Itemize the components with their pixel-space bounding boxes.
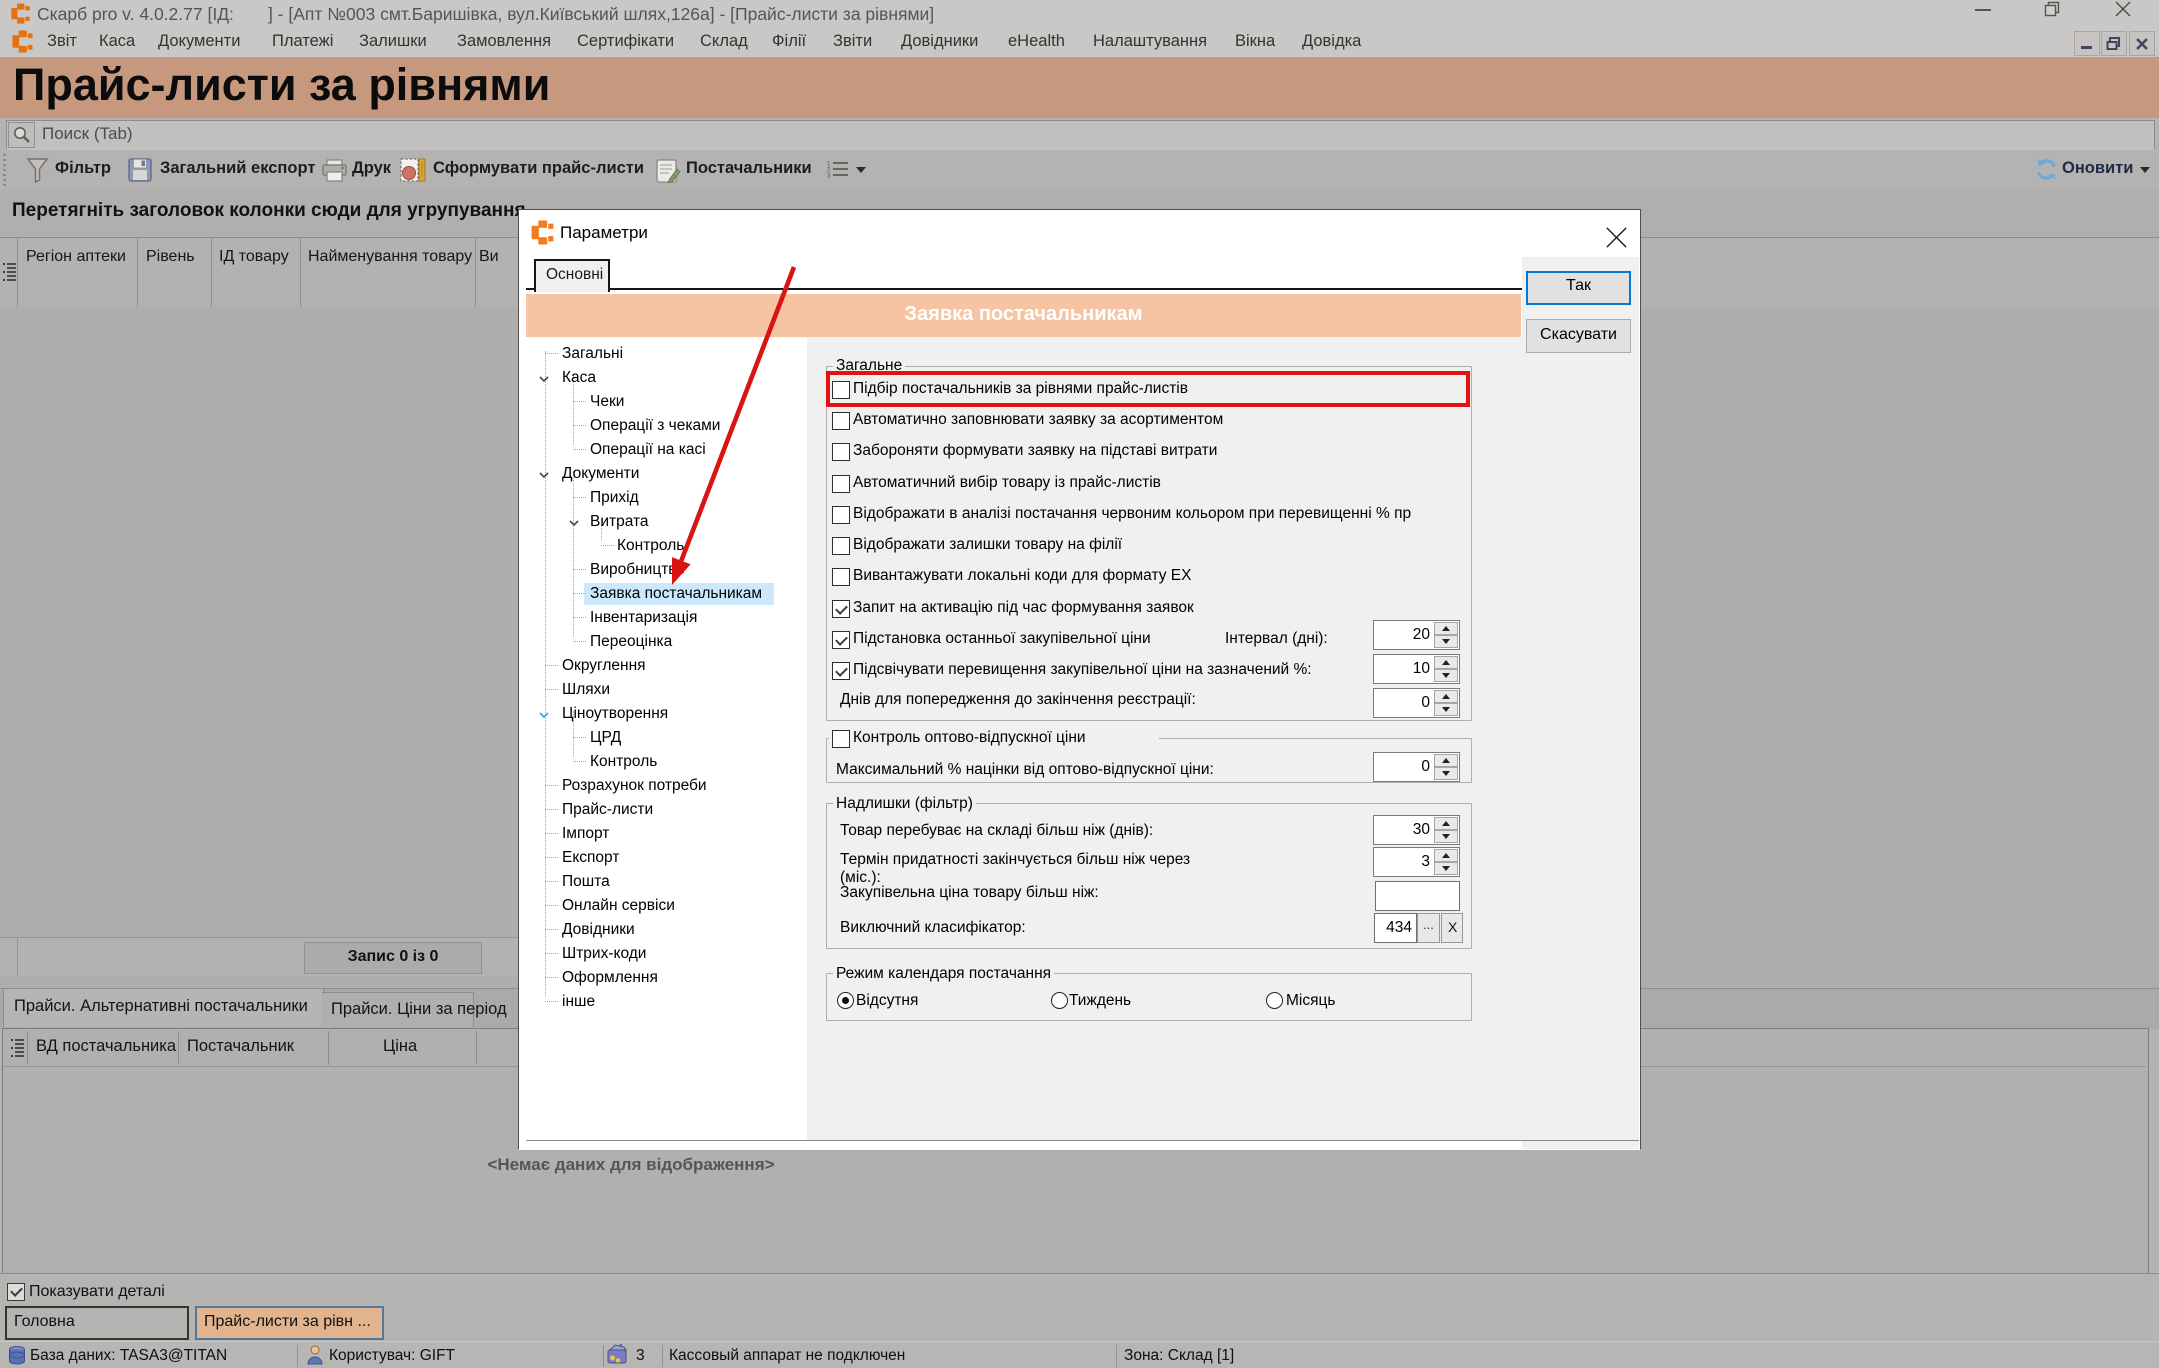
svg-text:3: 3 xyxy=(827,174,831,180)
